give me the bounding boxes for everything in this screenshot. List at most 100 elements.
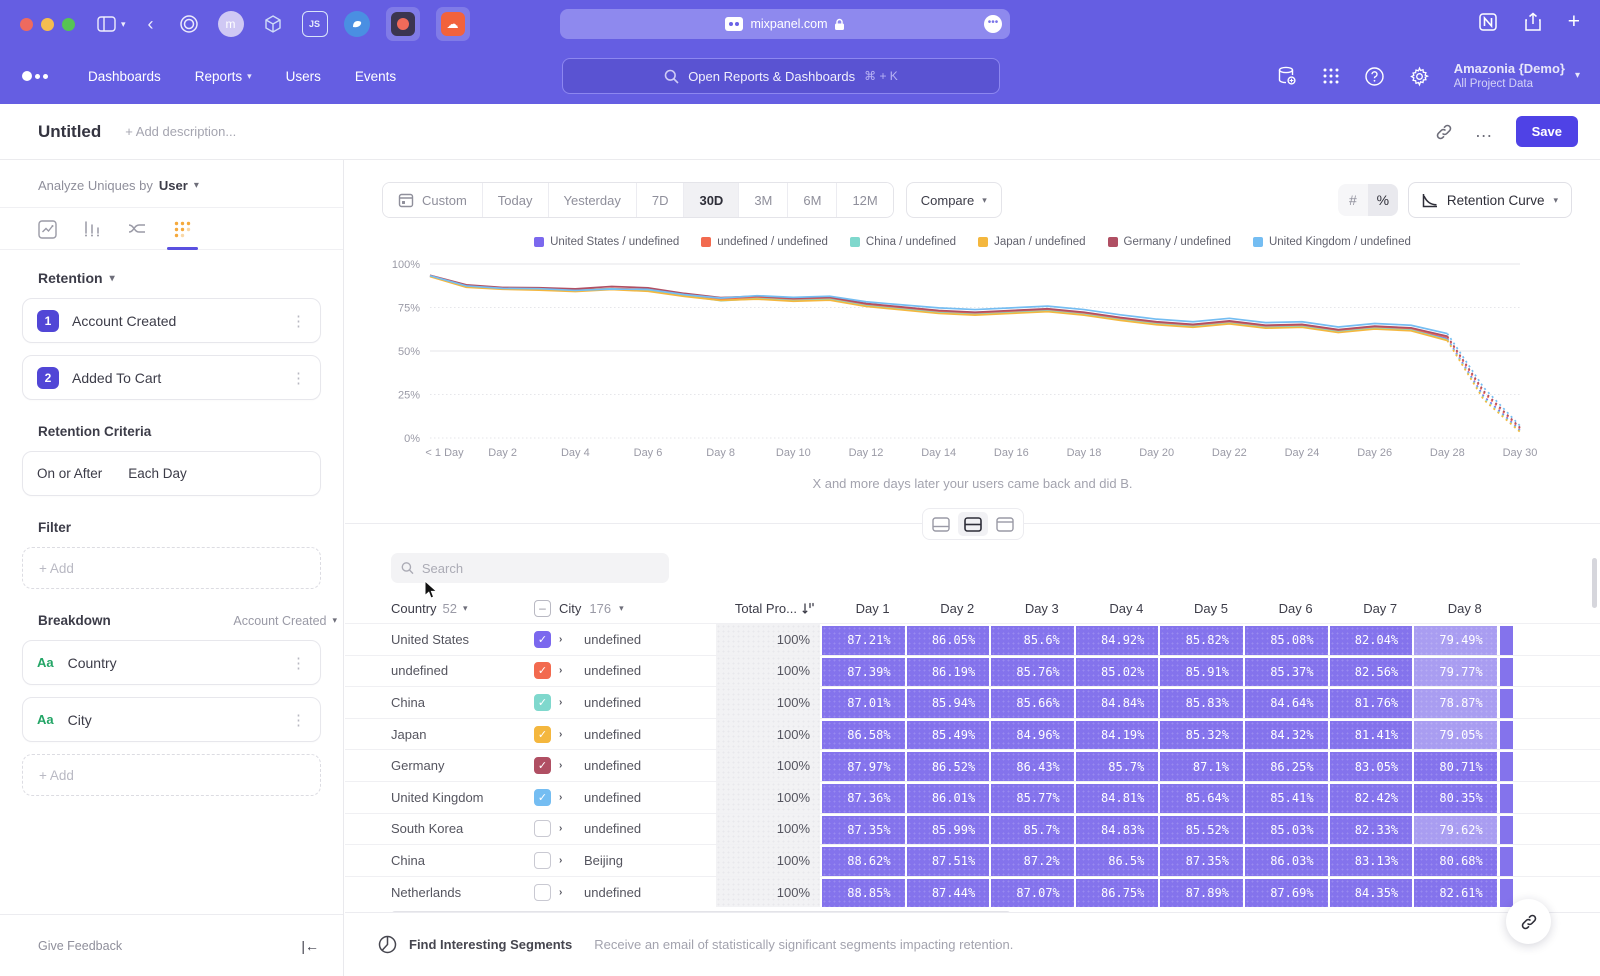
- retention-percent-cell[interactable]: 80.71%: [1412, 750, 1497, 781]
- retention-step-1[interactable]: 1Account Created⋮: [22, 298, 321, 343]
- view-table-only-toggle[interactable]: [990, 512, 1020, 536]
- js-extension-icon[interactable]: JS: [302, 11, 328, 37]
- legend-item[interactable]: undefined / undefined: [701, 236, 828, 248]
- range-custom[interactable]: Custom: [383, 183, 483, 217]
- day-column-header[interactable]: Day 7: [1328, 601, 1413, 616]
- retention-percent-cell[interactable]: 85.82%: [1158, 624, 1243, 655]
- retention-percent-cell[interactable]: 85.77%: [989, 782, 1074, 813]
- retention-percent-cell[interactable]: 78.87%: [1412, 687, 1497, 718]
- tab-funnels-icon[interactable]: [83, 220, 101, 249]
- retention-percent-cell[interactable]: 85.7%: [1074, 750, 1159, 781]
- retention-percent-cell[interactable]: 79.05%: [1412, 719, 1497, 750]
- expand-row-icon[interactable]: ›: [559, 855, 562, 866]
- row-checkbox-checked[interactable]: ✓: [534, 694, 551, 711]
- expand-row-icon[interactable]: ›: [559, 760, 562, 771]
- minimize-window-button[interactable]: [41, 18, 54, 31]
- row-checkbox-checked[interactable]: ✓: [534, 757, 551, 774]
- kebab-menu-icon[interactable]: ⋮: [291, 312, 306, 330]
- row-checkbox-checked[interactable]: ✓: [534, 726, 551, 743]
- retention-percent-cell[interactable]: 87.35%: [1158, 845, 1243, 876]
- add-breakdown-button[interactable]: + Add: [22, 754, 321, 796]
- retention-percent-cell[interactable]: 87.36%: [820, 782, 905, 813]
- expand-row-icon[interactable]: ›: [559, 792, 562, 803]
- retention-percent-cell[interactable]: 87.1%: [1158, 750, 1243, 781]
- retention-percent-cell[interactable]: 84.35%: [1328, 877, 1413, 908]
- mixpanel-logo[interactable]: [22, 71, 48, 81]
- retention-percent-cell[interactable]: 85.91%: [1158, 656, 1243, 687]
- retention-percent-cell[interactable]: 84.96%: [989, 719, 1074, 750]
- retention-percent-cell[interactable]: 85.41%: [1243, 782, 1328, 813]
- retention-percent-cell[interactable]: 86.05%: [905, 624, 990, 655]
- tab-flows-icon[interactable]: [127, 220, 147, 249]
- nav-item-reports[interactable]: Reports▾: [195, 69, 252, 84]
- range-yesterday[interactable]: Yesterday: [549, 183, 637, 217]
- retention-percent-cell[interactable]: 81.76%: [1328, 687, 1413, 718]
- save-button[interactable]: Save: [1516, 116, 1578, 147]
- retention-percent-cell[interactable]: 85.52%: [1158, 814, 1243, 845]
- zoom-window-button[interactable]: [62, 18, 75, 31]
- total-column-header[interactable]: Total Pro...: [714, 601, 820, 616]
- share-icon[interactable]: [1524, 12, 1542, 32]
- retention-percent-cell[interactable]: 82.04%: [1328, 624, 1413, 655]
- legend-item[interactable]: China / undefined: [850, 236, 956, 248]
- row-checkbox-unchecked[interactable]: [534, 820, 551, 837]
- country-column-header[interactable]: Country 52 ▾: [345, 601, 532, 616]
- day-column-header[interactable]: Day 1: [820, 601, 905, 616]
- report-title[interactable]: Untitled: [38, 122, 101, 142]
- retention-percent-cell[interactable]: 87.39%: [820, 656, 905, 687]
- retention-percent-cell[interactable]: 85.66%: [989, 687, 1074, 718]
- data-management-icon[interactable]: [1276, 65, 1298, 87]
- retention-percent-cell[interactable]: 85.94%: [905, 687, 990, 718]
- retention-percent-cell[interactable]: 87.35%: [820, 814, 905, 845]
- settings-gear-icon[interactable]: [1409, 66, 1430, 87]
- expand-row-icon[interactable]: ›: [559, 823, 562, 834]
- row-checkbox-checked[interactable]: ✓: [534, 631, 551, 648]
- add-description-field[interactable]: + Add description...: [125, 124, 236, 139]
- retention-percent-cell[interactable]: 85.49%: [905, 719, 990, 750]
- retention-percent-cell[interactable]: 85.32%: [1158, 719, 1243, 750]
- bird-extension-icon[interactable]: [344, 11, 370, 37]
- analyze-value-dropdown[interactable]: User: [159, 178, 188, 193]
- row-checkbox-checked[interactable]: ✓: [534, 789, 551, 806]
- view-chart-only-toggle[interactable]: [926, 512, 956, 536]
- give-feedback-link[interactable]: Give Feedback: [38, 939, 122, 953]
- retention-percent-cell[interactable]: 87.01%: [820, 687, 905, 718]
- retention-percent-cell[interactable]: 85.6%: [989, 624, 1074, 655]
- breakdown-target-dropdown[interactable]: Account Created ▾: [233, 614, 337, 628]
- kebab-menu-icon[interactable]: ⋮: [291, 711, 306, 729]
- avatar-extension-icon[interactable]: m: [218, 11, 244, 37]
- nav-item-users[interactable]: Users: [286, 69, 321, 84]
- day-column-header[interactable]: Day 4: [1074, 601, 1159, 616]
- project-selector[interactable]: Amazonia {Demo} All Project Data ▾: [1454, 61, 1580, 92]
- legend-item[interactable]: United Kingdom / undefined: [1253, 236, 1411, 248]
- range-3m[interactable]: 3M: [739, 183, 788, 217]
- retention-percent-cell[interactable]: 86.03%: [1243, 845, 1328, 876]
- retention-percent-cell[interactable]: 87.89%: [1158, 877, 1243, 908]
- select-all-checkbox[interactable]: –: [534, 600, 551, 617]
- nav-item-events[interactable]: Events: [355, 69, 396, 84]
- view-split-toggle[interactable]: [958, 512, 988, 536]
- vertical-scrollbar[interactable]: [1592, 558, 1597, 608]
- retention-percent-cell[interactable]: 86.5%: [1074, 845, 1159, 876]
- retention-criteria-card[interactable]: On or After Each Day: [22, 451, 321, 496]
- retention-percent-cell[interactable]: 85.37%: [1243, 656, 1328, 687]
- retention-percent-cell[interactable]: 85.76%: [989, 656, 1074, 687]
- add-filter-button[interactable]: + Add: [22, 547, 321, 589]
- expand-row-icon[interactable]: ›: [559, 697, 562, 708]
- chart-type-dropdown[interactable]: Retention Curve ▾: [1408, 182, 1572, 218]
- retention-percent-cell[interactable]: 79.49%: [1412, 624, 1497, 655]
- day-column-header[interactable]: Day 2: [905, 601, 990, 616]
- tab-insights-icon[interactable]: [38, 220, 57, 249]
- day-column-header[interactable]: Day 3: [989, 601, 1074, 616]
- retention-percent-cell[interactable]: 85.7%: [989, 814, 1074, 845]
- range-30d[interactable]: 30D: [684, 183, 739, 217]
- absolute-values-toggle[interactable]: #: [1338, 184, 1368, 216]
- mixpanel-extension-icon[interactable]: [386, 7, 420, 41]
- open-reports-search-button[interactable]: Open Reports & Dashboards ⌘ + K: [562, 58, 1000, 94]
- retention-percent-cell[interactable]: 85.99%: [905, 814, 990, 845]
- address-bar[interactable]: mixpanel.com •••: [560, 9, 1010, 39]
- retention-percent-cell[interactable]: 87.2%: [989, 845, 1074, 876]
- retention-percent-cell[interactable]: 88.62%: [820, 845, 905, 876]
- retention-percent-cell[interactable]: 86.43%: [989, 750, 1074, 781]
- help-icon[interactable]: [1364, 66, 1385, 87]
